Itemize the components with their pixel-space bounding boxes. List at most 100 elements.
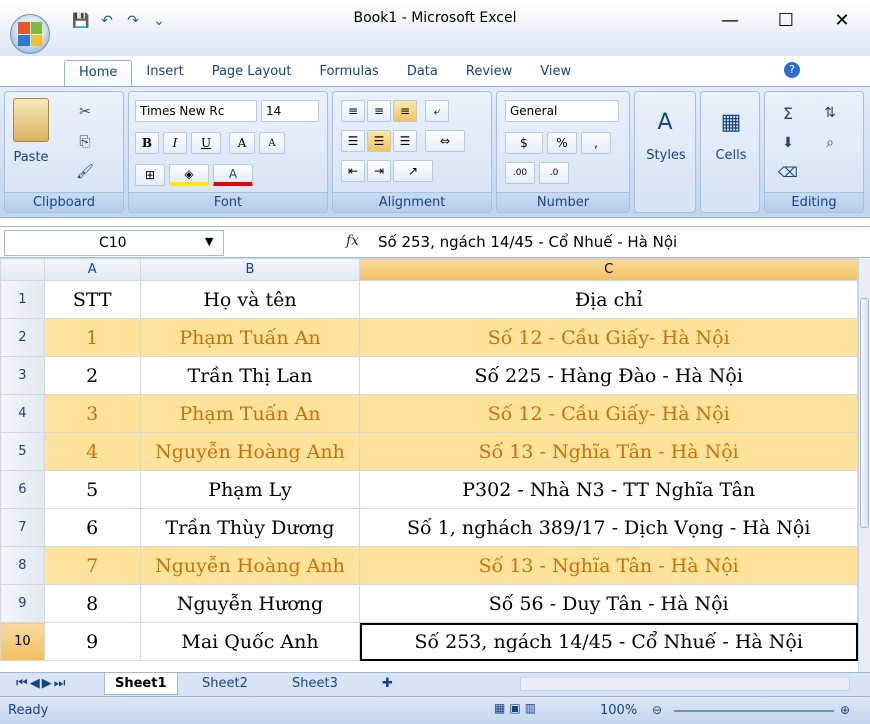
styles-button[interactable]: Styles (635, 148, 697, 163)
grow-font-button[interactable]: A (229, 132, 255, 154)
cell-c[interactable]: Số 1, nghách 389/17 - Dịch Vọng - Hà Nội (359, 508, 858, 547)
zoom-in-icon[interactable]: ⊕ (840, 703, 850, 717)
name-box[interactable]: C10 ▼ (4, 230, 224, 256)
cell-a[interactable]: 8 (43, 584, 141, 623)
horizontal-scrollbar[interactable] (520, 677, 850, 691)
decrease-indent-icon[interactable]: ⇤ (341, 160, 365, 182)
cell-b[interactable]: Họ và tên (139, 280, 361, 319)
align-middle-icon[interactable]: ≡ (367, 100, 391, 122)
save-icon[interactable]: 💾 (72, 12, 90, 30)
cell-c[interactable]: Số 253, ngách 14/45 - Cổ Nhuế - Hà Nội (359, 622, 858, 661)
orientation-icon[interactable]: ↗ (393, 160, 433, 182)
bold-button[interactable]: B (135, 132, 159, 154)
align-top-icon[interactable]: ≡ (341, 100, 365, 122)
redo-icon[interactable]: ↷ (124, 12, 142, 30)
page-break-view-icon[interactable]: ▥ (525, 701, 536, 719)
cell-c[interactable]: P302 - Nhà N3 - TT Nghĩa Tân (359, 470, 858, 509)
font-name-combo[interactable]: Times New Rc (135, 100, 257, 122)
column-header-a[interactable]: A (43, 258, 141, 281)
row-header[interactable]: 10 (0, 622, 45, 661)
autosum-icon[interactable]: Σ (775, 102, 801, 124)
tab-formulas[interactable]: Formulas (305, 60, 392, 86)
font-color-icon[interactable]: A (213, 164, 253, 186)
cell-b[interactable]: Nguyễn Hoàng Anh (139, 546, 361, 585)
cell-b[interactable]: Phạm Ly (139, 470, 361, 509)
chevron-down-icon[interactable]: ▼ (205, 235, 213, 248)
undo-icon[interactable]: ↶ (98, 12, 116, 30)
row-header[interactable]: 8 (0, 546, 45, 585)
cell-c[interactable]: Địa chỉ (359, 280, 858, 319)
increase-decimal-icon[interactable]: .00 (505, 162, 535, 184)
office-button[interactable] (10, 14, 50, 54)
cell-c[interactable]: Số 13 - Nghĩa Tân - Hà Nội (359, 546, 858, 585)
column-header-b[interactable]: B (139, 258, 361, 281)
sheet-tab-3[interactable]: Sheet3 (282, 673, 348, 695)
row-header[interactable]: 7 (0, 508, 45, 547)
close-button[interactable]: ✕ (820, 6, 864, 34)
clear-icon[interactable]: ⌫ (775, 162, 801, 184)
cell-c[interactable]: Số 12 - Cầu Giấy- Hà Nội (359, 394, 858, 433)
cells-button[interactable]: Cells (701, 148, 761, 163)
borders-icon[interactable]: ⊞ (135, 164, 165, 186)
cell-a[interactable]: STT (43, 280, 141, 319)
shrink-font-button[interactable]: A (259, 132, 285, 154)
tab-page-layout[interactable]: Page Layout (198, 60, 306, 86)
cell-a[interactable]: 6 (43, 508, 141, 547)
sheet-tab-1[interactable]: Sheet1 (104, 673, 178, 695)
comma-button[interactable]: , (581, 132, 611, 154)
cell-a[interactable]: 1 (43, 318, 141, 357)
tab-insert[interactable]: Insert (132, 60, 197, 86)
cell-b[interactable]: Mai Quốc Anh (139, 622, 361, 661)
paste-button[interactable]: Paste (7, 150, 55, 165)
tab-review[interactable]: Review (452, 60, 526, 86)
cell-b[interactable]: Nguyễn Hoàng Anh (139, 432, 361, 471)
align-center-icon[interactable]: ☰ (367, 130, 391, 152)
percent-button[interactable]: % (547, 132, 577, 154)
cell-a[interactable]: 4 (43, 432, 141, 471)
row-header[interactable]: 2 (0, 318, 45, 357)
vertical-scrollbar[interactable] (858, 258, 870, 672)
sheet-tab-2[interactable]: Sheet2 (192, 673, 258, 695)
page-layout-view-icon[interactable]: ▣ (509, 701, 520, 719)
insert-function-icon[interactable]: fx (346, 233, 359, 249)
decrease-decimal-icon[interactable]: .0 (539, 162, 569, 184)
zoom-out-icon[interactable]: ⊖ (652, 703, 662, 717)
cell-c[interactable]: Số 12 - Cầu Giấy- Hà Nội (359, 318, 858, 357)
styles-icon[interactable]: A (649, 106, 681, 138)
tab-home[interactable]: Home (64, 60, 133, 86)
cell-b[interactable]: Nguyễn Hương (139, 584, 361, 623)
number-format-combo[interactable]: General (505, 100, 619, 122)
cell-a[interactable]: 2 (43, 356, 141, 395)
cell-a[interactable]: 7 (43, 546, 141, 585)
minimize-button[interactable]: — (708, 6, 752, 34)
align-left-icon[interactable]: ☰ (341, 130, 365, 152)
sort-filter-icon[interactable]: ⇅ (815, 102, 845, 124)
formula-content[interactable]: Số 253, ngách 14/45 - Cổ Nhuế - Hà Nội (378, 233, 677, 251)
zoom-slider[interactable] (674, 710, 834, 712)
align-right-icon[interactable]: ☰ (393, 130, 417, 152)
tab-data[interactable]: Data (393, 60, 452, 86)
cell-c[interactable]: Số 56 - Duy Tân - Hà Nội (359, 584, 858, 623)
row-header[interactable]: 5 (0, 432, 45, 471)
row-header[interactable]: 9 (0, 584, 45, 623)
select-all-corner[interactable] (0, 258, 45, 281)
underline-button[interactable]: U (191, 132, 221, 154)
row-header[interactable]: 3 (0, 356, 45, 395)
cell-a[interactable]: 5 (43, 470, 141, 509)
cell-b[interactable]: Trần Thùy Dương (139, 508, 361, 547)
sheet-nav-arrows-icon[interactable]: ⏮◀▶⏭ (6, 673, 77, 695)
merge-center-icon[interactable]: ⇔ (425, 130, 465, 152)
column-header-c[interactable]: C (359, 258, 858, 281)
fill-color-icon[interactable]: ◈ (169, 164, 209, 186)
increase-indent-icon[interactable]: ⇥ (367, 160, 391, 182)
cell-b[interactable]: Phạm Tuấn An (139, 394, 361, 433)
italic-button[interactable]: I (163, 132, 187, 154)
row-header[interactable]: 6 (0, 470, 45, 509)
tab-view[interactable]: View (526, 60, 585, 86)
align-bottom-icon[interactable]: ≡ (393, 100, 417, 122)
customize-qat-icon[interactable]: ⌄ (150, 12, 168, 30)
find-select-icon[interactable]: ⌕ (815, 132, 845, 154)
currency-button[interactable]: $ (505, 132, 543, 154)
cell-a[interactable]: 3 (43, 394, 141, 433)
cell-c[interactable]: Số 225 - Hàng Đào - Hà Nội (359, 356, 858, 395)
